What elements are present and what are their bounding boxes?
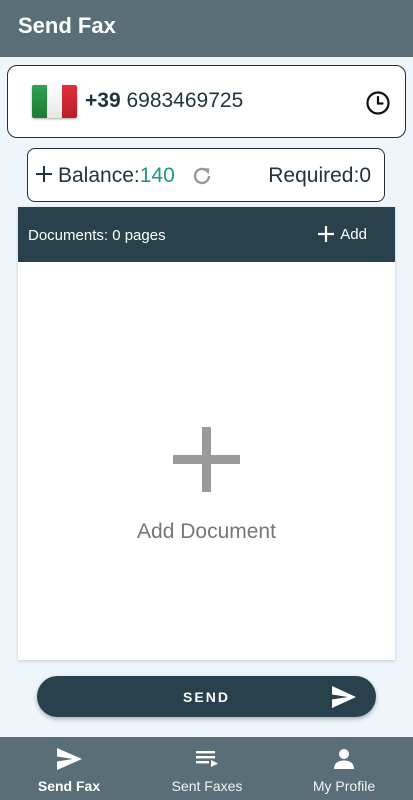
italy-flag-icon[interactable]	[32, 85, 77, 118]
app-bar: Send Fax	[0, 0, 413, 57]
history-icon[interactable]	[365, 90, 391, 116]
required-text: Required:0	[268, 164, 371, 188]
page-title: Send Fax	[18, 13, 116, 38]
phone-number[interactable]: +39 6983469725	[85, 89, 243, 113]
bottom-navigation: Send Fax Sent Faxes My Profile	[0, 737, 413, 800]
add-document-label[interactable]: Add Document	[18, 520, 395, 544]
documents-count: Documents: 0 pages	[28, 227, 166, 244]
recipient-number-field[interactable]: +39 6983469725	[7, 65, 406, 138]
send-button[interactable]: SEND	[37, 676, 376, 717]
fax-number: 6983469725	[126, 89, 244, 112]
balance-text: Balance:140	[58, 164, 175, 188]
nav-my-profile-label: My Profile	[312, 778, 376, 794]
list-icon	[196, 751, 218, 767]
balance-value: 140	[139, 164, 175, 187]
required-label: Required:	[268, 164, 360, 187]
add-document-button[interactable]: Add	[317, 225, 367, 243]
nav-sent-faxes[interactable]: Sent Faxes	[138, 737, 276, 800]
send-icon	[332, 686, 356, 708]
documents-header: Documents: 0 pages Add	[18, 207, 395, 262]
documents-panel: Documents: 0 pages Add Add Document	[18, 207, 395, 660]
balance-label: Balance:	[58, 164, 140, 187]
country-code: +39	[85, 89, 121, 112]
nav-sent-faxes-label: Sent Faxes	[171, 778, 243, 794]
add-label: Add	[340, 225, 367, 243]
send-label: SEND	[183, 689, 230, 705]
add-credit-icon[interactable]	[34, 164, 54, 184]
required-value: 0	[359, 164, 371, 187]
nav-send-fax[interactable]: Send Fax	[0, 737, 138, 800]
person-icon	[334, 749, 354, 769]
plus-icon	[318, 226, 335, 242]
balance-card: Balance:140 Required:0	[27, 148, 385, 202]
nav-send-fax-label: Send Fax	[37, 778, 101, 794]
add-document-plus-icon[interactable]	[173, 427, 240, 492]
nav-my-profile[interactable]: My Profile	[275, 737, 413, 800]
refresh-icon[interactable]	[190, 164, 214, 188]
send-icon	[57, 748, 82, 770]
